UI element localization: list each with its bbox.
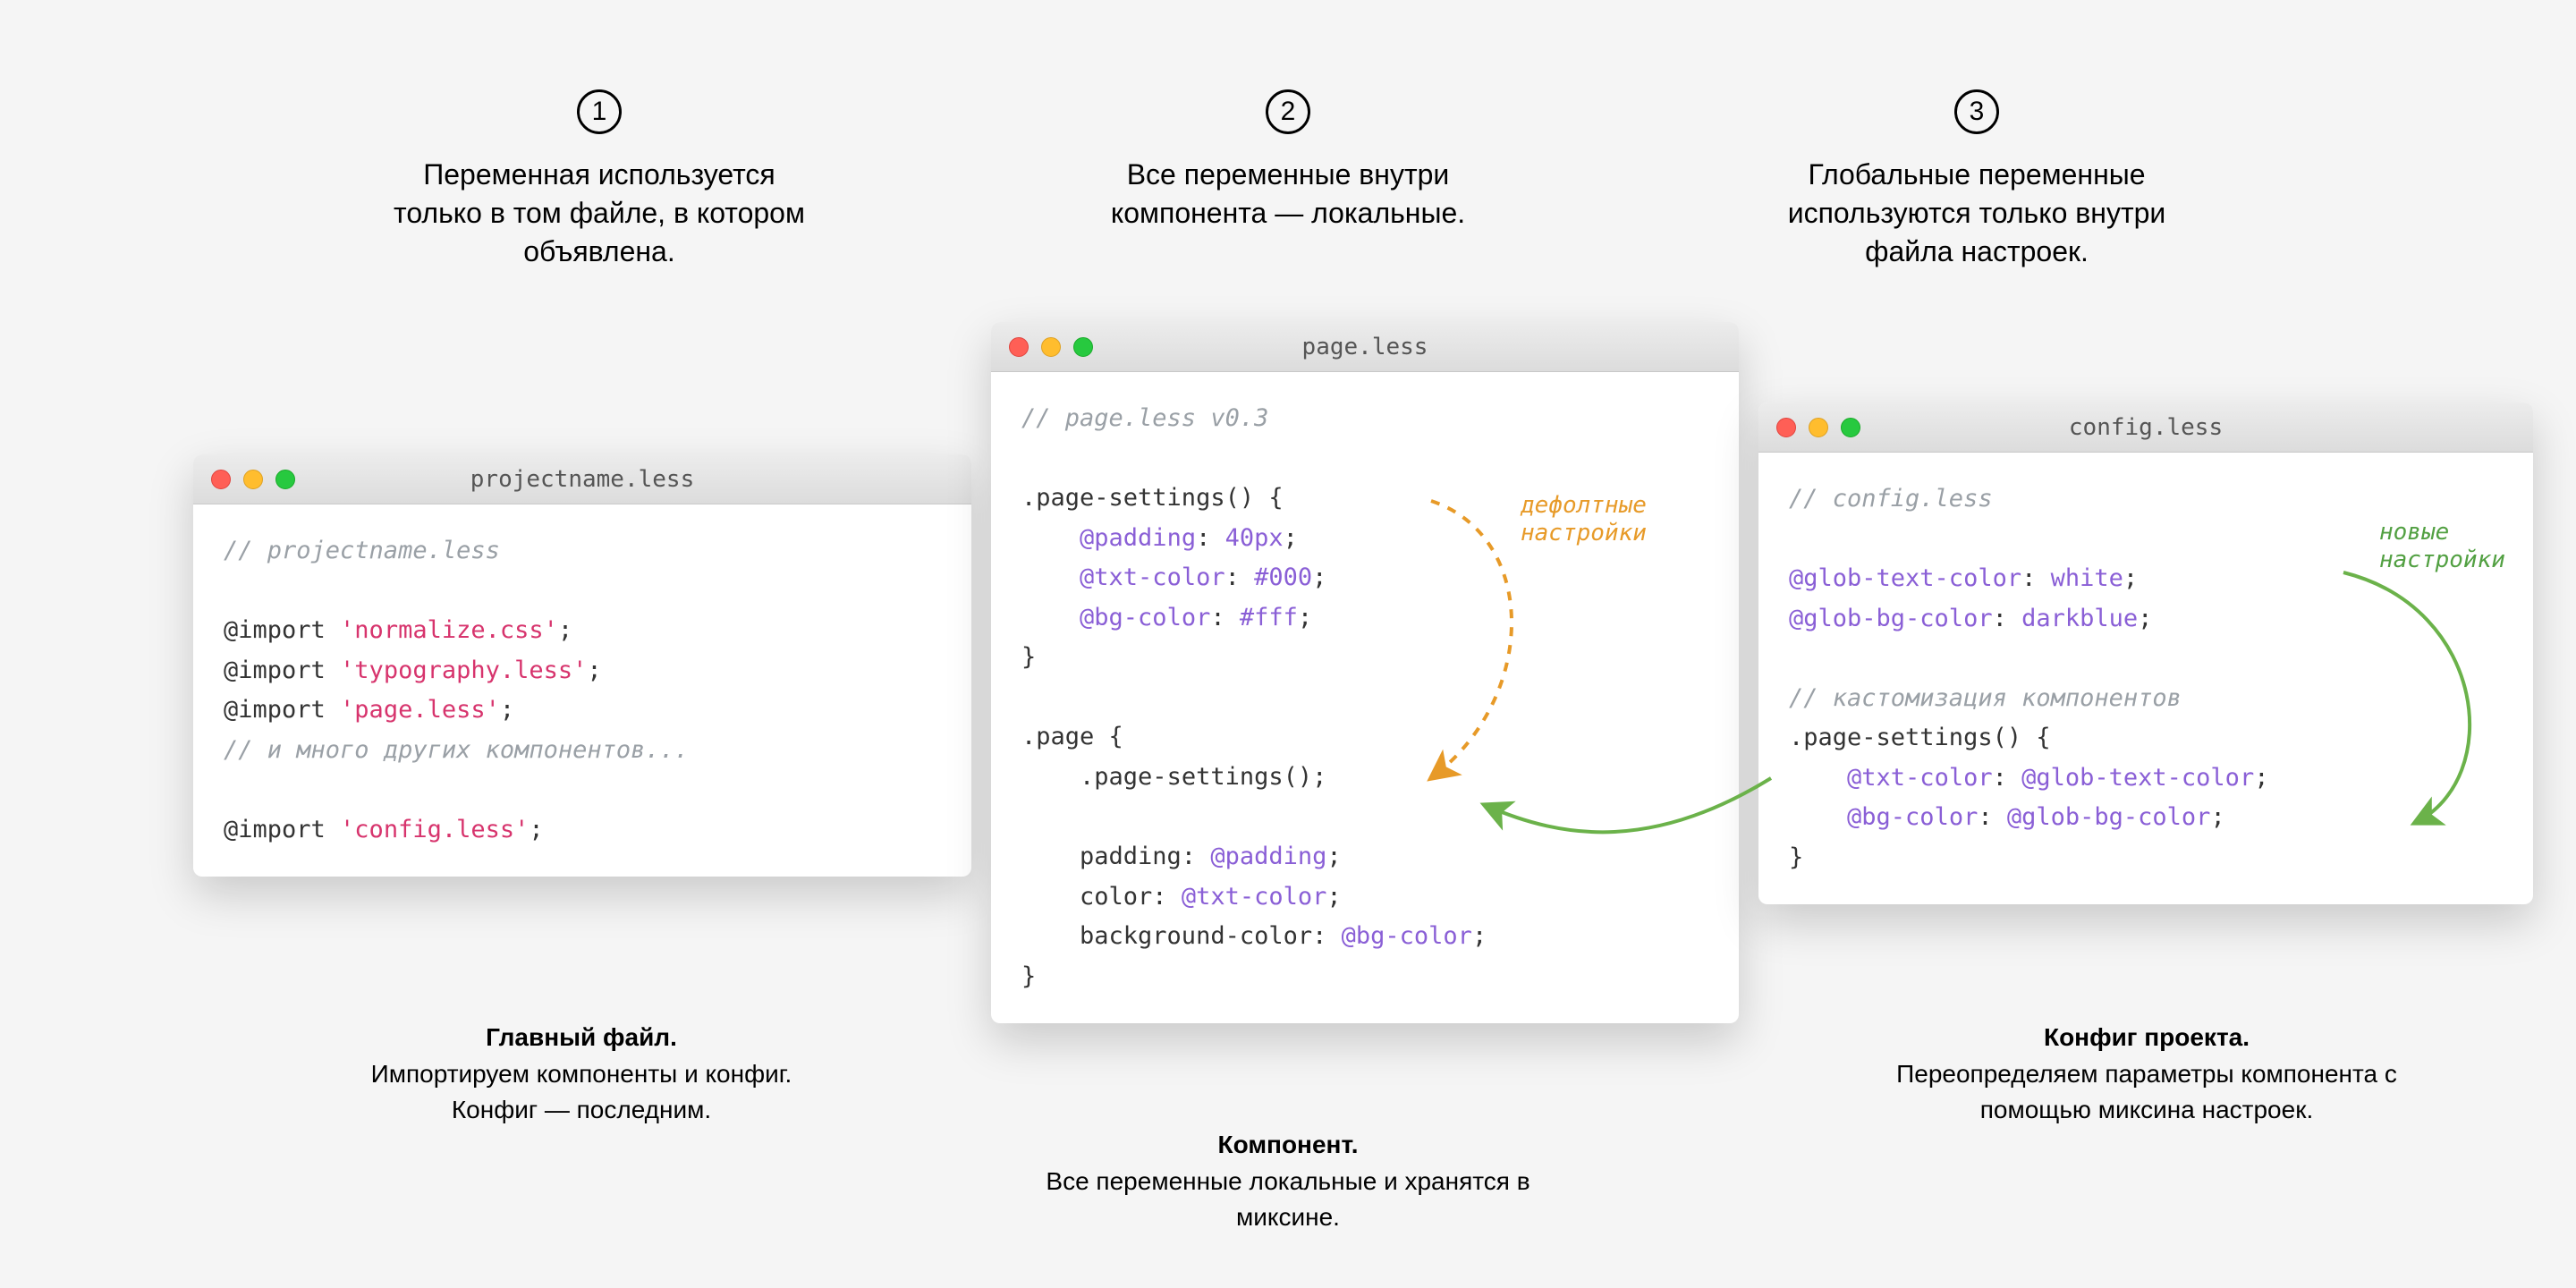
caption-title: Конфиг проекта.	[2044, 1023, 2250, 1051]
caption-1: Главный файл. Импортируем компоненты и к…	[331, 1020, 832, 1129]
caption-title: Главный файл.	[486, 1023, 677, 1051]
window-title: projectname.less	[193, 466, 971, 493]
window-page: page.less // page.less v0.3 .page-settin…	[991, 322, 1739, 1023]
window-title: config.less	[1758, 414, 2533, 441]
step-badge-3: 3	[1954, 89, 1999, 134]
close-icon[interactable]	[1776, 418, 1796, 437]
close-icon[interactable]	[1009, 337, 1029, 357]
close-icon[interactable]	[211, 470, 231, 489]
caption-2: Компонент. Все переменные локальные и хр…	[1038, 1127, 1538, 1236]
window-projectname: projectname.less // projectname.less @im…	[193, 454, 971, 877]
window-config: config.less // config.less @glob-text-co…	[1758, 402, 2533, 904]
step-desc-2: Все переменные внутри компонента — локал…	[1073, 156, 1503, 233]
zoom-icon[interactable]	[1841, 418, 1860, 437]
step-badge-2: 2	[1266, 89, 1310, 134]
caption-body: Все переменные локальные и хранятся в ми…	[1046, 1167, 1530, 1232]
step-3: 3 Глобальные переменные используются тол…	[1762, 89, 2191, 272]
annotation-default-settings: дефолтныенастройки	[1521, 492, 1647, 547]
traffic-lights	[211, 470, 295, 489]
minimize-icon[interactable]	[1809, 418, 1828, 437]
traffic-lights	[1776, 418, 1860, 437]
step-desc-3: Глобальные переменные используются тольк…	[1762, 156, 2191, 272]
zoom-icon[interactable]	[275, 470, 295, 489]
code-block: // projectname.less @import 'normalize.c…	[193, 504, 971, 877]
titlebar: page.less	[991, 322, 1739, 372]
traffic-lights	[1009, 337, 1093, 357]
step-badge-1: 1	[577, 89, 622, 134]
minimize-icon[interactable]	[1041, 337, 1061, 357]
caption-3: Конфиг проекта. Переопределяем параметры…	[1896, 1020, 2397, 1129]
code-block: // page.less v0.3 .page-settings() { @pa…	[991, 372, 1739, 1023]
step-desc-1: Переменная используется только в том фай…	[385, 156, 814, 272]
titlebar: config.less	[1758, 402, 2533, 453]
step-1: 1 Переменная используется только в том ф…	[385, 89, 814, 272]
window-title: page.less	[991, 334, 1739, 360]
step-2: 2 Все переменные внутри компонента — лок…	[1073, 89, 1503, 233]
caption-body: Переопределяем параметры компонента с по…	[1896, 1060, 2397, 1124]
minimize-icon[interactable]	[243, 470, 263, 489]
caption-body: Импортируем компоненты и конфиг. Конфиг …	[371, 1060, 792, 1124]
caption-title: Компонент.	[1218, 1131, 1359, 1158]
annotation-new-settings: новыенастройки	[2379, 519, 2505, 574]
zoom-icon[interactable]	[1073, 337, 1093, 357]
titlebar: projectname.less	[193, 454, 971, 504]
